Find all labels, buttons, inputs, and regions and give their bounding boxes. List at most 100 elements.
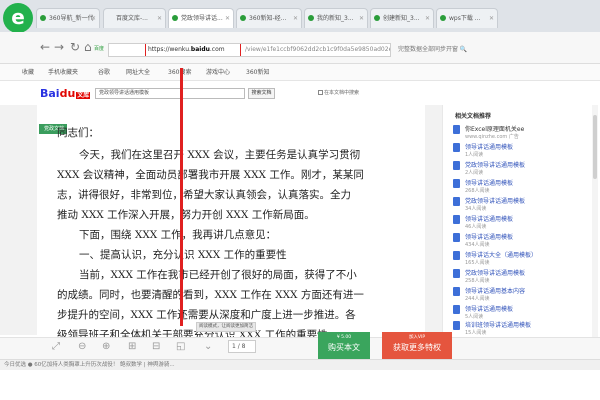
buy-label: 购买本文 bbox=[328, 343, 360, 352]
buy-document-button[interactable]: ¥ 5.00 购买本文 bbox=[318, 332, 370, 359]
bookmark-item[interactable]: 谷歌 bbox=[98, 67, 110, 76]
tab-favicon-icon bbox=[40, 15, 46, 21]
close-icon[interactable]: ✕ bbox=[293, 9, 298, 28]
sidebar-item-title: 领导讲话通用基本内容 bbox=[465, 288, 526, 295]
tab-label: 360新知-经... bbox=[249, 15, 287, 22]
tab-360-xinzhi[interactable]: 360新知-经... ✕ bbox=[236, 8, 302, 28]
url-highlight: https://wenku.baidu.com bbox=[145, 44, 241, 56]
tab-favicon-icon bbox=[308, 15, 314, 21]
tab-baidu-wenku[interactable]: 百度文库-... ✕ bbox=[103, 8, 166, 28]
sidebar-item-title: 培训班领导讲话通用模板 bbox=[465, 322, 532, 329]
sidebar-ad-item[interactable]: 你Excel原理面机关ee www.qinzhe.com 广告 bbox=[453, 123, 593, 143]
close-icon[interactable]: ✕ bbox=[225, 9, 230, 28]
sidebar-doc-item[interactable]: 领导讲话通用模板 1人阅读 bbox=[453, 141, 593, 161]
page-number-input[interactable]: 1 / 8 bbox=[228, 340, 256, 353]
sidebar-doc-item[interactable]: 党政领导讲话通用模板 258人阅读 bbox=[453, 267, 593, 287]
tab-current-doc[interactable]: 党政领导讲话... ✕ bbox=[168, 8, 234, 28]
bookmark-item[interactable]: 收藏 bbox=[22, 67, 34, 76]
bookmark-item[interactable]: 游戏中心 bbox=[206, 67, 230, 76]
url-domain: baidu bbox=[190, 46, 210, 53]
sidebar-item-title: 党政领导讲话通用模板 bbox=[465, 270, 526, 277]
fullscreen-icon[interactable]: ⤢ bbox=[52, 341, 60, 352]
sidebar-doc-item[interactable]: 领导讲话通用模板 268人阅读 bbox=[453, 177, 593, 197]
url-prefix: https://wenku. bbox=[148, 46, 191, 53]
doc-icon bbox=[453, 215, 460, 224]
doc-line: XXX 会议精神，全面动员部署我市开展 XXX 工作。刚才，某某同 bbox=[57, 169, 364, 181]
checkbox-icon[interactable] bbox=[318, 90, 323, 95]
close-icon[interactable]: ✕ bbox=[489, 9, 494, 28]
sidebar-doc-item[interactable]: 党政领导讲话通用模板 34人阅读 bbox=[453, 195, 593, 215]
address-promo[interactable]: 完整数据全部同步开窗 🔍 bbox=[398, 44, 467, 53]
bookmark-bar: 收藏 手机收藏夹 谷歌 网址大全 360搜索 游戏中心 360新知 bbox=[0, 64, 600, 81]
bookmark-item[interactable]: 手机收藏夹 bbox=[48, 67, 78, 76]
close-icon[interactable]: ✕ bbox=[157, 9, 162, 28]
url-path: /view/e1fe1ccbf9062dd2cb1c9f0da5e9850ad0… bbox=[245, 46, 391, 53]
refresh-icon[interactable]: ↻ bbox=[70, 40, 80, 54]
bottom-margin bbox=[0, 370, 600, 400]
home-icon[interactable]: ⌂ bbox=[84, 40, 92, 54]
tab-my-xinzhi[interactable]: 我的新知_3... ✕ bbox=[304, 8, 368, 28]
sidebar-doc-item[interactable]: 领导讲话通用模板 434人阅读 bbox=[453, 231, 593, 251]
sidebar-item-title: 领导讲话大全（通用模板） bbox=[465, 252, 538, 259]
sidebar-item-meta: 268人阅读 bbox=[465, 188, 490, 194]
scrollbar-thumb[interactable] bbox=[593, 115, 597, 179]
forward-icon[interactable]: → bbox=[54, 40, 64, 54]
doc-line: 下面，围绕 XXX 工作，我再讲几点意见： bbox=[79, 229, 277, 241]
site-badge: 百度 bbox=[94, 46, 105, 52]
baidu-wenku-logo[interactable]: Baidu 文库 bbox=[40, 87, 91, 100]
address-bar[interactable]: https://wenku.baidu.com /view/e1fe1ccbf9… bbox=[108, 43, 391, 57]
sidebar-doc-item[interactable]: 领导讲话通用模板 46人阅读 bbox=[453, 213, 593, 233]
doc-icon bbox=[453, 321, 460, 330]
tab-label: 创建新知_3... bbox=[383, 15, 420, 22]
sidebar-item-title: 党政领导讲话通用模板 bbox=[465, 198, 526, 205]
bookmark-item[interactable]: 360新知 bbox=[246, 67, 269, 76]
sidebar-item-title: 领导讲话通用模板 bbox=[465, 144, 514, 151]
chevron-down-icon[interactable]: ⌄ bbox=[204, 341, 212, 352]
layout-icon[interactable]: ◱ bbox=[176, 341, 185, 352]
sidebar-item-meta: 46人阅读 bbox=[465, 224, 487, 230]
zoom-out-icon[interactable]: ⊖ bbox=[78, 341, 86, 352]
status-bar: 今日优选 ● 60亿加持人类胸罩上升历次战役！ 鲍叔数学 | 神舆游骑... bbox=[0, 359, 600, 370]
search-in-doc-checkbox[interactable]: 在本文档中搜索 bbox=[318, 89, 359, 96]
vip-label: 获取更多特权 bbox=[393, 343, 441, 352]
reading-mode-icon[interactable]: ⊟ bbox=[152, 341, 160, 352]
join-vip-button[interactable]: 加入VIP 获取更多特权 bbox=[382, 332, 452, 359]
sidebar-item-title: 领导讲话通用模板 bbox=[465, 306, 514, 313]
tab-create-xinzhi[interactable]: 创建新知_3... ✕ bbox=[370, 8, 434, 28]
bookmark-item[interactable]: 网址大全 bbox=[126, 67, 150, 76]
doc-icon bbox=[453, 143, 460, 152]
tab-favicon-icon bbox=[374, 15, 380, 21]
sidebar-doc-item[interactable]: 领导讲话通用基本内容 244人阅读 bbox=[453, 285, 593, 305]
url-suffix: .com bbox=[209, 46, 225, 53]
status-text[interactable]: 今日优选 ● 60亿加持人类胸罩上升历次战役！ 鲍叔数学 | 神舆游骑... bbox=[0, 362, 175, 368]
doc-line: 推动 XXX 工作深入开展，努力开创 XXX 工作新局面。 bbox=[57, 209, 315, 221]
document-page: 党政文档 同志们： 今天，我们在这里召开 XXX 会议，主要任务是认真学习贯彻 … bbox=[37, 105, 425, 337]
sidebar-item-meta: 2人阅读 bbox=[465, 170, 484, 176]
close-icon[interactable]: ✕ bbox=[425, 9, 430, 28]
sidebar-item-meta: 15人阅读 bbox=[465, 330, 487, 336]
tab-360-nav[interactable]: 360导航_新一代 ✕ bbox=[36, 8, 100, 28]
fit-page-icon[interactable]: ⊞ bbox=[128, 341, 136, 352]
doc-icon bbox=[453, 287, 460, 296]
sidebar-doc-item[interactable]: 培训班领导讲话通用模板 15人阅读 bbox=[453, 319, 593, 339]
sidebar-item-meta: 1人阅读 bbox=[465, 152, 484, 158]
back-icon[interactable]: ← bbox=[40, 40, 50, 54]
price-label: ¥ 5.00 bbox=[336, 335, 352, 340]
tab-favicon-icon bbox=[240, 15, 246, 21]
sidebar-item-meta: 34人阅读 bbox=[465, 206, 487, 212]
reading-mode-tooltip: 阅读模式，让阅读更加简洁 bbox=[196, 322, 256, 332]
doc-search-button[interactable]: 搜索文档 bbox=[248, 88, 275, 99]
close-icon[interactable]: ✕ bbox=[91, 9, 96, 28]
zoom-in-icon[interactable]: ⊕ bbox=[102, 341, 110, 352]
doc-line: 步提升的空间，XXX 工作还需要从深度和广度上进一步推进。各 bbox=[57, 309, 356, 321]
browser-logo-icon[interactable]: e bbox=[3, 3, 33, 33]
sidebar-doc-item[interactable]: 党政领导讲话通用模板 2人阅读 bbox=[453, 159, 593, 179]
doc-icon bbox=[453, 161, 460, 170]
doc-search-input[interactable]: 党政领导讲话通用模板 bbox=[95, 88, 245, 99]
close-icon[interactable]: ✕ bbox=[359, 9, 364, 28]
sidebar-doc-item[interactable]: 领导讲话大全（通用模板） 165人阅读 bbox=[453, 249, 593, 269]
scrollbar[interactable] bbox=[592, 105, 598, 337]
tab-label: 百度文库-... bbox=[116, 15, 148, 22]
tab-wps[interactable]: wps下载 ... ✕ bbox=[436, 8, 498, 28]
sidebar-item-title: 领导讲话通用模板 bbox=[465, 216, 514, 223]
